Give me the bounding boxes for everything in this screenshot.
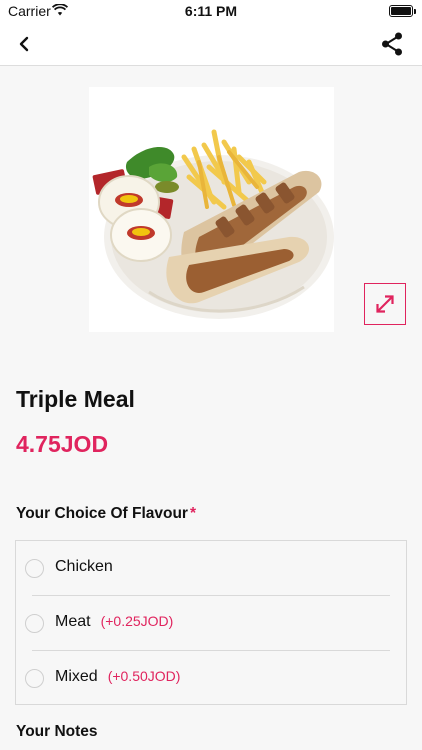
product-image[interactable] bbox=[89, 87, 334, 332]
product-price: 4.75JOD bbox=[16, 431, 109, 457]
battery-fill bbox=[391, 7, 411, 15]
option-name: Chicken bbox=[55, 558, 113, 575]
product-title: Triple Meal bbox=[16, 386, 135, 412]
option-chicken[interactable]: Chicken bbox=[16, 541, 408, 596]
option-label: Chicken bbox=[55, 558, 113, 576]
share-icon[interactable] bbox=[380, 31, 404, 57]
option-name: Meat bbox=[55, 613, 91, 630]
radio-button[interactable] bbox=[25, 669, 44, 688]
flavour-section-title: Your Choice Of Flavour * bbox=[16, 505, 196, 523]
chevron-left-icon[interactable] bbox=[12, 32, 36, 56]
expand-image-button[interactable] bbox=[364, 283, 406, 325]
battery-icon bbox=[389, 5, 413, 17]
option-price: (+0.50JOD) bbox=[107, 668, 181, 684]
radio-button[interactable] bbox=[25, 559, 44, 578]
flavour-title-text: Your Choice Of Flavour bbox=[16, 505, 188, 522]
option-label: Meat (+0.25JOD) bbox=[55, 613, 173, 631]
notes-section-title: Your Notes bbox=[16, 723, 98, 740]
option-meat[interactable]: Meat (+0.25JOD) bbox=[16, 596, 408, 651]
option-name: Mixed bbox=[55, 668, 98, 685]
status-bar: Carrier 6:11 PM bbox=[0, 0, 422, 22]
flavour-options: Chicken Meat (+0.25JOD) Mixed (+0.50JOD) bbox=[15, 540, 407, 705]
nav-bar bbox=[0, 22, 422, 66]
status-time: 6:11 PM bbox=[184, 3, 238, 19]
option-mixed[interactable]: Mixed (+0.50JOD) bbox=[16, 651, 408, 706]
option-label: Mixed (+0.50JOD) bbox=[55, 668, 180, 686]
option-price: (+0.25JOD) bbox=[100, 613, 174, 629]
expand-arrows-icon bbox=[376, 295, 394, 313]
food-photo bbox=[92, 129, 334, 319]
battery-cap bbox=[414, 9, 416, 14]
radio-button[interactable] bbox=[25, 614, 44, 633]
required-mark: * bbox=[189, 505, 196, 522]
